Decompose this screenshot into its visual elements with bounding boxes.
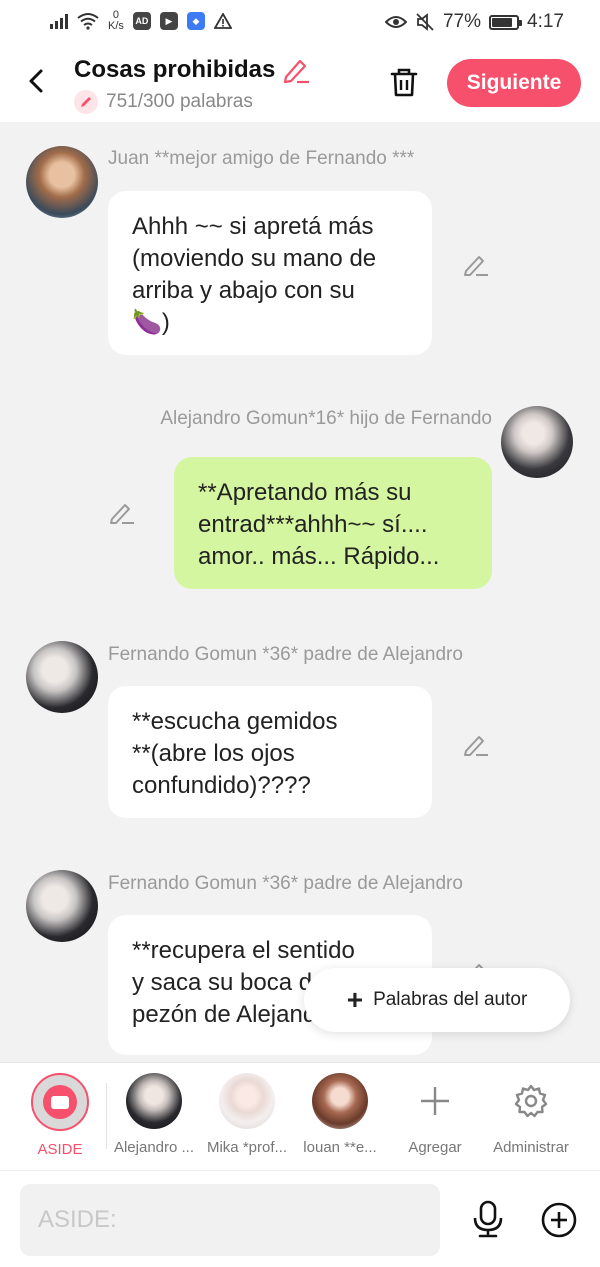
net-speed-unit: K/s — [108, 20, 124, 32]
microphone-icon[interactable] — [468, 1199, 508, 1239]
trash-icon[interactable] — [386, 64, 422, 100]
message-bubble[interactable]: **escucha gemidos **(abre los ojos confu… — [108, 686, 432, 818]
manage-button[interactable]: Administrar — [485, 1073, 577, 1156]
title-row: Cosas prohibidas — [74, 56, 311, 84]
header: Cosas prohibidas 751/300 palabras Siguie… — [0, 46, 600, 122]
avatar — [219, 1073, 275, 1129]
back-icon[interactable] — [22, 66, 52, 96]
chat-area[interactable]: Juan **mejor amigo de Fernando *** Ahhh … — [0, 122, 600, 1062]
next-button[interactable]: Siguiente — [447, 59, 581, 107]
character-item[interactable]: Mika *prof... — [201, 1073, 293, 1156]
status-left: 0 K/s AD ▶ ◆ — [50, 10, 232, 32]
net-speed: 0 K/s — [108, 10, 124, 32]
divider — [106, 1083, 107, 1149]
message-input[interactable] — [20, 1184, 440, 1256]
word-count: 751/300 palabras — [106, 91, 253, 112]
avatar[interactable] — [501, 406, 573, 478]
character-bar: ASIDE Alejandro ... Mika *prof... louan … — [0, 1062, 600, 1170]
character-label: louan **e... — [303, 1139, 377, 1156]
eye-icon — [384, 16, 407, 28]
gear-icon — [514, 1084, 548, 1118]
character-label: Mika *prof... — [206, 1139, 288, 1156]
avatar — [126, 1073, 182, 1129]
avatar[interactable] — [26, 146, 98, 218]
battery-icon — [489, 14, 523, 30]
character-aside[interactable]: ASIDE — [14, 1073, 106, 1158]
message-bubble[interactable]: Ahhh ~~ si apretá más (moviendo su mano … — [108, 191, 432, 355]
message-sender: Fernando Gomun *36* padre de Alejandro — [108, 873, 463, 894]
character-item[interactable]: Alejandro ... — [108, 1073, 200, 1156]
status-right: 77% 4:17 — [384, 11, 564, 33]
edit-message-icon[interactable] — [462, 730, 490, 758]
ad-icon: AD — [132, 12, 151, 30]
page-title: Cosas prohibidas — [74, 56, 276, 83]
character-label: ASIDE — [37, 1141, 83, 1158]
avatar — [312, 1073, 368, 1129]
input-bar — [0, 1170, 600, 1267]
message-bubble[interactable]: **Apretando más su entrad***ahhh~~ sí...… — [174, 457, 492, 589]
author-words-label: Palabras del autor — [373, 989, 528, 1010]
shield-icon: ◆ — [186, 12, 205, 30]
edit-message-icon[interactable] — [108, 498, 136, 526]
signal-icon — [50, 13, 68, 29]
clock: 4:17 — [527, 11, 564, 32]
message-sender: Alejandro Gomun*16* hijo de Fernando — [160, 408, 492, 429]
add-label: Agregar — [408, 1139, 462, 1156]
avatar[interactable] — [26, 641, 98, 713]
manage-label: Administrar — [493, 1139, 569, 1156]
plus-icon — [421, 1087, 449, 1115]
add-circle-icon[interactable] — [540, 1201, 578, 1239]
status-bar: 0 K/s AD ▶ ◆ 77% 4:17 — [0, 0, 600, 46]
wifi-icon — [77, 13, 99, 30]
avatar[interactable] — [26, 870, 98, 942]
play-icon: ▶ — [159, 12, 178, 30]
battery-percent: 77% — [442, 11, 482, 32]
edit-message-icon[interactable] — [462, 250, 490, 278]
mute-icon — [416, 13, 434, 31]
author-words-button[interactable]: + Palabras del autor — [304, 968, 570, 1032]
word-count-row: 751/300 palabras — [74, 90, 253, 114]
message-sender: Juan **mejor amigo de Fernando *** — [108, 148, 415, 169]
character-label: Alejandro ... — [113, 1139, 195, 1156]
edit-title-icon[interactable] — [281, 56, 311, 84]
message-sender: Fernando Gomun *36* padre de Alejandro — [108, 644, 463, 665]
add-character-button[interactable]: Agregar — [389, 1073, 481, 1156]
pen-badge-icon — [74, 90, 98, 114]
aside-icon — [31, 1073, 89, 1131]
warning-icon — [213, 13, 232, 29]
plus-icon: + — [346, 984, 364, 1015]
character-item[interactable]: louan **e... — [294, 1073, 386, 1156]
